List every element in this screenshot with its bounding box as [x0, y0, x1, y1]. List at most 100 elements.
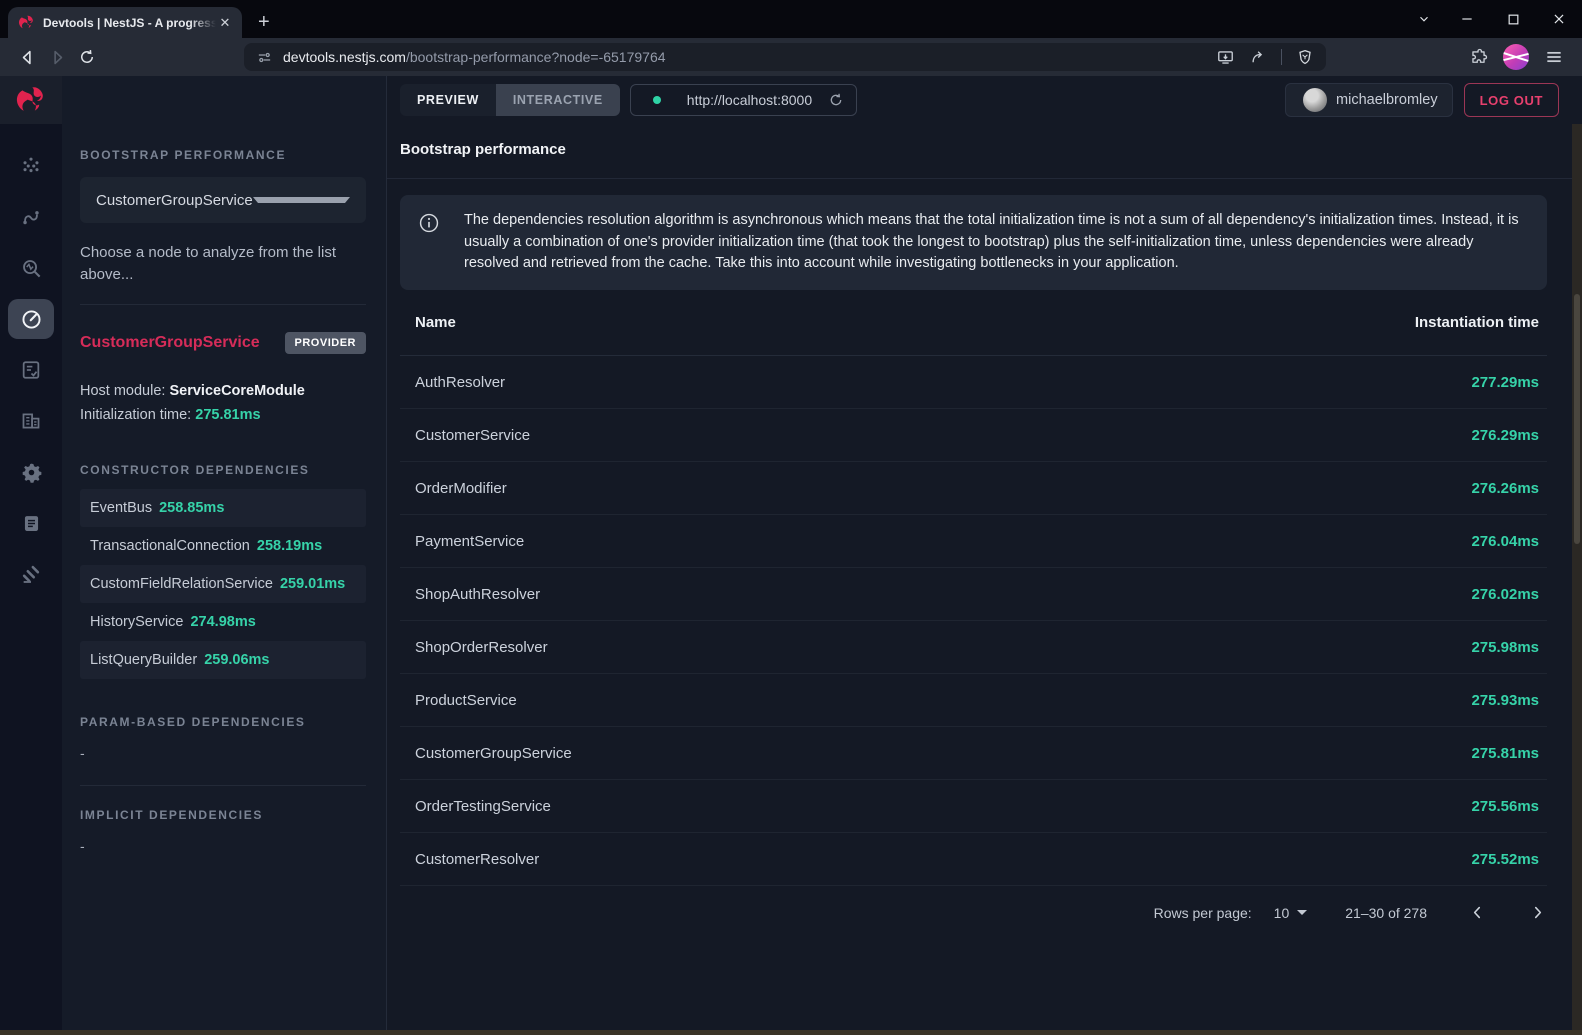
tab-search-chevron-icon[interactable] [1404, 0, 1444, 38]
dependency-time: 259.06ms [204, 652, 269, 668]
table-row[interactable]: CustomerService276.29ms [400, 409, 1547, 462]
brave-shield-icon[interactable] [1296, 48, 1314, 66]
reload-button[interactable] [72, 42, 102, 72]
info-box: The dependencies resolution algorithm is… [400, 195, 1547, 290]
dependency-name: CustomFieldRelationService [90, 576, 273, 592]
dependency-time: 259.01ms [280, 576, 345, 592]
node-select-value: CustomerGroupService [96, 192, 253, 209]
sidebar-item-performance-icon[interactable] [8, 299, 54, 339]
dependency-item[interactable]: CustomFieldRelationService 259.01ms [80, 565, 366, 603]
site-settings-icon[interactable] [256, 49, 273, 66]
tab-close-icon[interactable]: ✕ [216, 15, 234, 31]
node-details: Host module: ServiceCoreModule Initializ… [80, 379, 366, 427]
rows-per-page-select[interactable]: 10 [1274, 905, 1308, 921]
sidebar-item-routes-icon[interactable] [8, 197, 54, 237]
table-row[interactable]: ShopAuthResolver276.02ms [400, 568, 1547, 621]
table-row[interactable]: ShopOrderResolver275.98ms [400, 621, 1547, 674]
window-close-button[interactable] [1536, 0, 1582, 38]
dependency-item[interactable]: ListQueryBuilder 259.06ms [80, 641, 366, 679]
param-deps-value: - [80, 745, 366, 761]
dependency-name: TransactionalConnection [90, 538, 250, 554]
user-chip[interactable]: michaelbromley [1285, 83, 1453, 117]
url-text: devtools.nestjs.com/bootstrap-performanc… [283, 49, 666, 65]
dependency-name: ListQueryBuilder [90, 652, 197, 668]
table-header: Name Instantiation time [400, 290, 1547, 356]
back-button[interactable] [12, 42, 42, 72]
table-row[interactable]: PaymentService276.04ms [400, 515, 1547, 568]
panel-divider [80, 785, 366, 786]
panel-divider [80, 304, 366, 305]
row-instantiation-time: 275.93ms [1471, 692, 1547, 709]
new-tab-button[interactable]: + [258, 11, 270, 34]
dependency-item[interactable]: HistoryService274.98ms [80, 603, 366, 641]
row-name: CustomerResolver [400, 851, 1471, 868]
sidebar-item-graph-icon[interactable] [8, 146, 54, 186]
row-name: AuthResolver [400, 374, 1471, 391]
extensions-icon[interactable] [1469, 48, 1488, 67]
table-row[interactable]: OrderTestingService275.56ms [400, 780, 1547, 833]
panel-section-title: BOOTSTRAP PERFORMANCE [80, 148, 366, 162]
url-bar[interactable]: devtools.nestjs.com/bootstrap-performanc… [244, 43, 1326, 71]
sidebar-item-audit-icon[interactable] [8, 350, 54, 390]
send-to-device-icon[interactable] [1216, 48, 1235, 67]
window-edge [0, 1030, 1582, 1035]
sidebar-item-modules-icon[interactable] [8, 401, 54, 441]
node-hint-text: Choose a node to analyze from the list a… [80, 242, 366, 285]
window-minimize-button[interactable] [1444, 0, 1490, 38]
share-icon[interactable] [1249, 48, 1267, 66]
browser-profile-avatar[interactable] [1503, 44, 1529, 70]
table-row[interactable]: CustomerResolver275.52ms [400, 833, 1547, 886]
row-instantiation-time: 275.98ms [1471, 639, 1547, 656]
column-name: Name [400, 314, 1415, 331]
chevron-down-icon [1297, 910, 1307, 915]
refresh-icon[interactable] [828, 92, 844, 108]
url-domain: devtools.nestjs.com [283, 49, 406, 65]
row-name: CustomerService [400, 427, 1471, 444]
bootstrap-performance-panel: BOOTSTRAP PERFORMANCE CustomerGroupServi… [62, 76, 387, 1035]
window-maximize-button[interactable] [1490, 0, 1536, 38]
row-instantiation-time: 275.81ms [1471, 745, 1547, 762]
sidebar-item-issues-icon[interactable] [8, 554, 54, 594]
sidebar-item-inspect-icon[interactable] [8, 248, 54, 288]
nestjs-logo[interactable] [0, 76, 62, 124]
main-content: PREVIEW INTERACTIVE http://localhost:800… [387, 76, 1582, 1035]
provider-badge: PROVIDER [285, 332, 366, 354]
dependency-item[interactable]: TransactionalConnection258.19ms [80, 527, 366, 565]
logout-button[interactable]: LOG OUT [1464, 83, 1559, 117]
info-text: The dependencies resolution algorithm is… [464, 210, 1527, 275]
param-deps-title: PARAM-BASED DEPENDENCIES [80, 715, 366, 729]
row-instantiation-time: 277.29ms [1471, 374, 1547, 391]
row-name: CustomerGroupService [400, 745, 1471, 762]
sidebar-item-docs-icon[interactable] [8, 503, 54, 543]
browser-tab[interactable]: Devtools | NestJS - A progressive ✕ [8, 7, 242, 38]
row-name: OrderTestingService [400, 798, 1471, 815]
table-row[interactable]: ProductService275.93ms [400, 674, 1547, 727]
previous-page-button[interactable] [1467, 904, 1487, 921]
user-avatar [1303, 88, 1327, 112]
dependency-item[interactable]: EventBus258.85ms [80, 489, 366, 527]
preview-tab[interactable]: PREVIEW [400, 84, 496, 116]
forward-button[interactable] [42, 42, 72, 72]
table-row[interactable]: CustomerGroupService275.81ms [400, 727, 1547, 780]
target-url: http://localhost:8000 [687, 92, 812, 108]
dependency-name: EventBus [90, 500, 152, 516]
url-path: /bootstrap-performance?node=-65179764 [406, 49, 666, 65]
row-name: ShopAuthResolver [400, 586, 1471, 603]
interactive-tab[interactable]: INTERACTIVE [496, 84, 620, 116]
page-scrollbar[interactable] [1572, 124, 1582, 1035]
target-url-box[interactable]: http://localhost:8000 [630, 84, 857, 116]
browser-titlebar: Devtools | NestJS - A progressive ✕ + [0, 0, 1582, 38]
browser-menu-icon[interactable] [1544, 47, 1564, 67]
table-pagination: Rows per page: 10 21–30 of 278 [400, 886, 1547, 939]
host-module-value: ServiceCoreModule [169, 383, 304, 399]
sidebar-item-settings-icon[interactable] [8, 452, 54, 492]
table-row[interactable]: AuthResolver277.29ms [400, 356, 1547, 409]
constructor-deps-title: CONSTRUCTOR DEPENDENCIES [80, 463, 366, 477]
info-icon [418, 212, 440, 234]
chevron-down-icon [253, 197, 350, 203]
next-page-button[interactable] [1527, 904, 1547, 921]
column-instantiation-time: Instantiation time [1415, 314, 1547, 331]
table-row[interactable]: OrderModifier276.26ms [400, 462, 1547, 515]
node-select[interactable]: CustomerGroupService [80, 177, 366, 223]
urlbar-divider [1281, 49, 1282, 65]
